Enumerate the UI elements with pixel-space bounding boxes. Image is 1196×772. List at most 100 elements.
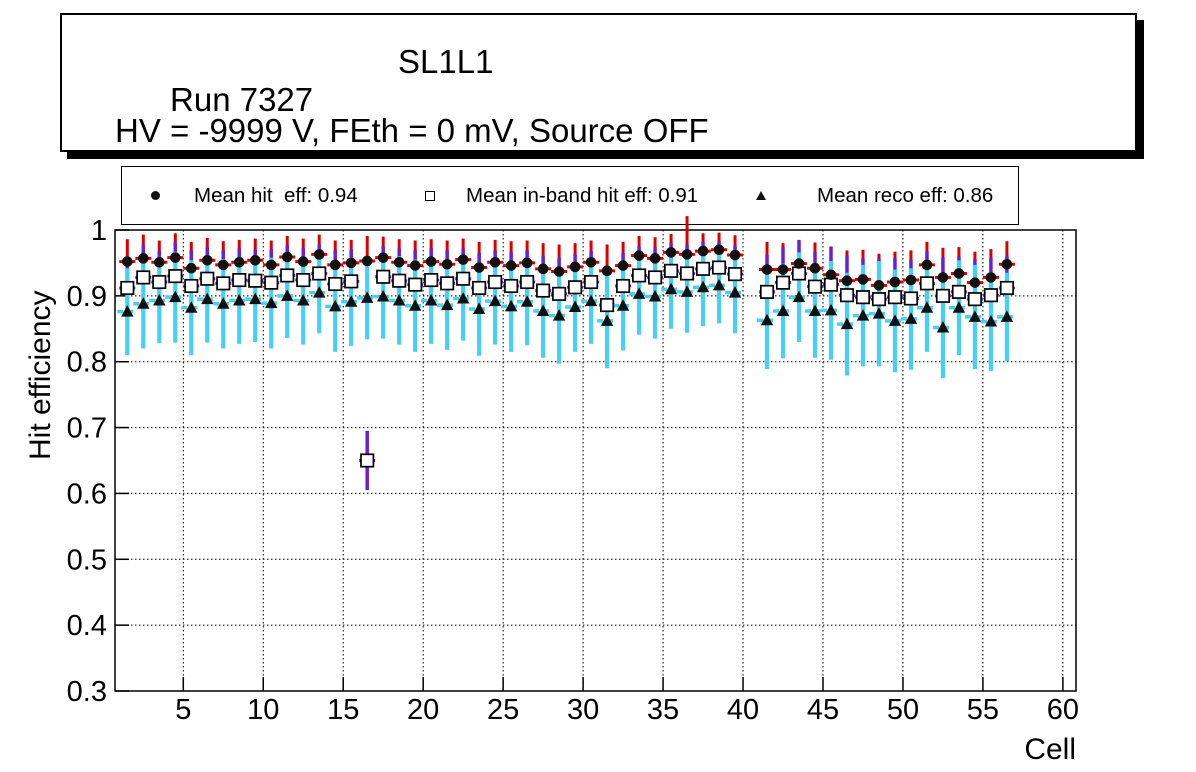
- x-tick-label: 10: [247, 694, 279, 726]
- marker-circle: [697, 245, 709, 257]
- x-tick-label: 5: [175, 694, 191, 726]
- marker-square: [568, 280, 583, 295]
- marker-circle: [489, 256, 501, 268]
- marker-circle: [297, 256, 309, 267]
- marker-square: [360, 453, 375, 468]
- marker-square: [632, 268, 647, 283]
- marker-square: [983, 288, 998, 303]
- marker-circle: [473, 262, 485, 273]
- x-tick-label: 20: [407, 694, 439, 726]
- x-tick-label: 25: [487, 694, 519, 726]
- marker-circle: [313, 249, 325, 260]
- x-tick-label: 35: [647, 694, 679, 726]
- marker-square: [919, 276, 934, 291]
- marker-square: [264, 275, 279, 290]
- y-tick-label: 0.4: [67, 610, 107, 642]
- marker-circle: [265, 259, 277, 271]
- marker-square: [376, 269, 391, 284]
- y-tick-label: 0.5: [67, 544, 107, 576]
- plot-svg: 5 10 15 20 25 30 35 40 45 50 55 60 1 0.9 0.8 0.7 0.6 0.5 0…: [67, 215, 1079, 726]
- marker-circle: [601, 265, 613, 277]
- marker-circle: [649, 253, 661, 264]
- marker-square: [136, 270, 151, 285]
- x-tick-label: 60: [1047, 694, 1079, 726]
- marker-square: [296, 273, 311, 288]
- marker-square: [759, 284, 775, 299]
- marker-circle: [281, 251, 293, 263]
- marker-circle: [393, 256, 405, 268]
- marker-circle: [681, 249, 693, 260]
- marker-circle: [617, 260, 629, 271]
- x-tick-label: 45: [807, 694, 839, 726]
- marker-circle: [633, 250, 645, 261]
- marker-square: [664, 263, 679, 278]
- marker-square: [280, 268, 295, 283]
- marker-square: [967, 292, 982, 307]
- y-tick-label: 0.9: [67, 281, 107, 313]
- marker-circle: [425, 256, 437, 267]
- marker-square: [536, 283, 551, 298]
- marker-circle: [409, 260, 421, 271]
- x-tick-label: 15: [327, 694, 359, 726]
- marker-circle: [953, 268, 965, 279]
- marker-square: [408, 277, 423, 292]
- marker-circle: [521, 257, 533, 269]
- marker-circle: [793, 258, 805, 269]
- marker-circle: [329, 259, 341, 271]
- marker-square: [168, 269, 183, 284]
- marker-square: [456, 271, 471, 286]
- marker-square: [520, 274, 535, 290]
- marker-square: [248, 273, 263, 288]
- marker-square: [200, 271, 215, 286]
- marker-square: [823, 277, 839, 292]
- marker-square: [344, 274, 359, 289]
- marker-square: [775, 275, 791, 290]
- marker-circle: [729, 249, 741, 261]
- marker-square: [232, 273, 247, 288]
- marker-circle: [457, 254, 469, 265]
- marker-square: [951, 284, 966, 299]
- marker-circle: [185, 262, 197, 274]
- marker-square: [600, 298, 615, 313]
- marker-circle: [937, 272, 949, 283]
- marker-square: [887, 290, 903, 305]
- marker-square: [312, 266, 327, 281]
- marker-square: [855, 290, 871, 305]
- marker-square: [839, 288, 855, 303]
- marker-circle: [153, 256, 165, 268]
- marker-square: [504, 278, 519, 294]
- marker-circle: [665, 247, 677, 258]
- marker-circle: [921, 259, 933, 271]
- marker-circle: [217, 259, 229, 271]
- marker-square: [392, 273, 407, 288]
- x-tick-label: 40: [727, 694, 759, 726]
- marker-circle: [1001, 258, 1013, 270]
- marker-circle: [553, 266, 565, 277]
- marker-square: [152, 274, 167, 290]
- marker-square: [711, 260, 727, 275]
- x-tick-label: 55: [967, 694, 999, 726]
- marker-square: [648, 270, 663, 285]
- marker-square: [184, 278, 199, 294]
- marker-square: [616, 278, 631, 294]
- marker-square: [680, 266, 695, 281]
- marker-square: [328, 276, 343, 292]
- marker-square: [791, 266, 807, 281]
- marker-circle: [969, 277, 981, 288]
- marker-square: [696, 261, 711, 276]
- marker-square: [871, 292, 887, 307]
- marker-circle: [713, 244, 725, 256]
- marker-circle: [985, 272, 997, 283]
- marker-square: [440, 276, 455, 291]
- marker-circle: [857, 274, 869, 285]
- marker-circle: [201, 254, 213, 266]
- y-tick-label: 0.3: [67, 676, 107, 708]
- marker-square: [727, 267, 743, 282]
- marker-square: [216, 276, 231, 291]
- marker-circle: [825, 269, 837, 281]
- marker-circle: [233, 256, 245, 268]
- marker-circle: [169, 252, 181, 263]
- marker-circle: [361, 255, 373, 267]
- x-tick-label: 30: [567, 694, 599, 726]
- marker-square: [120, 280, 135, 296]
